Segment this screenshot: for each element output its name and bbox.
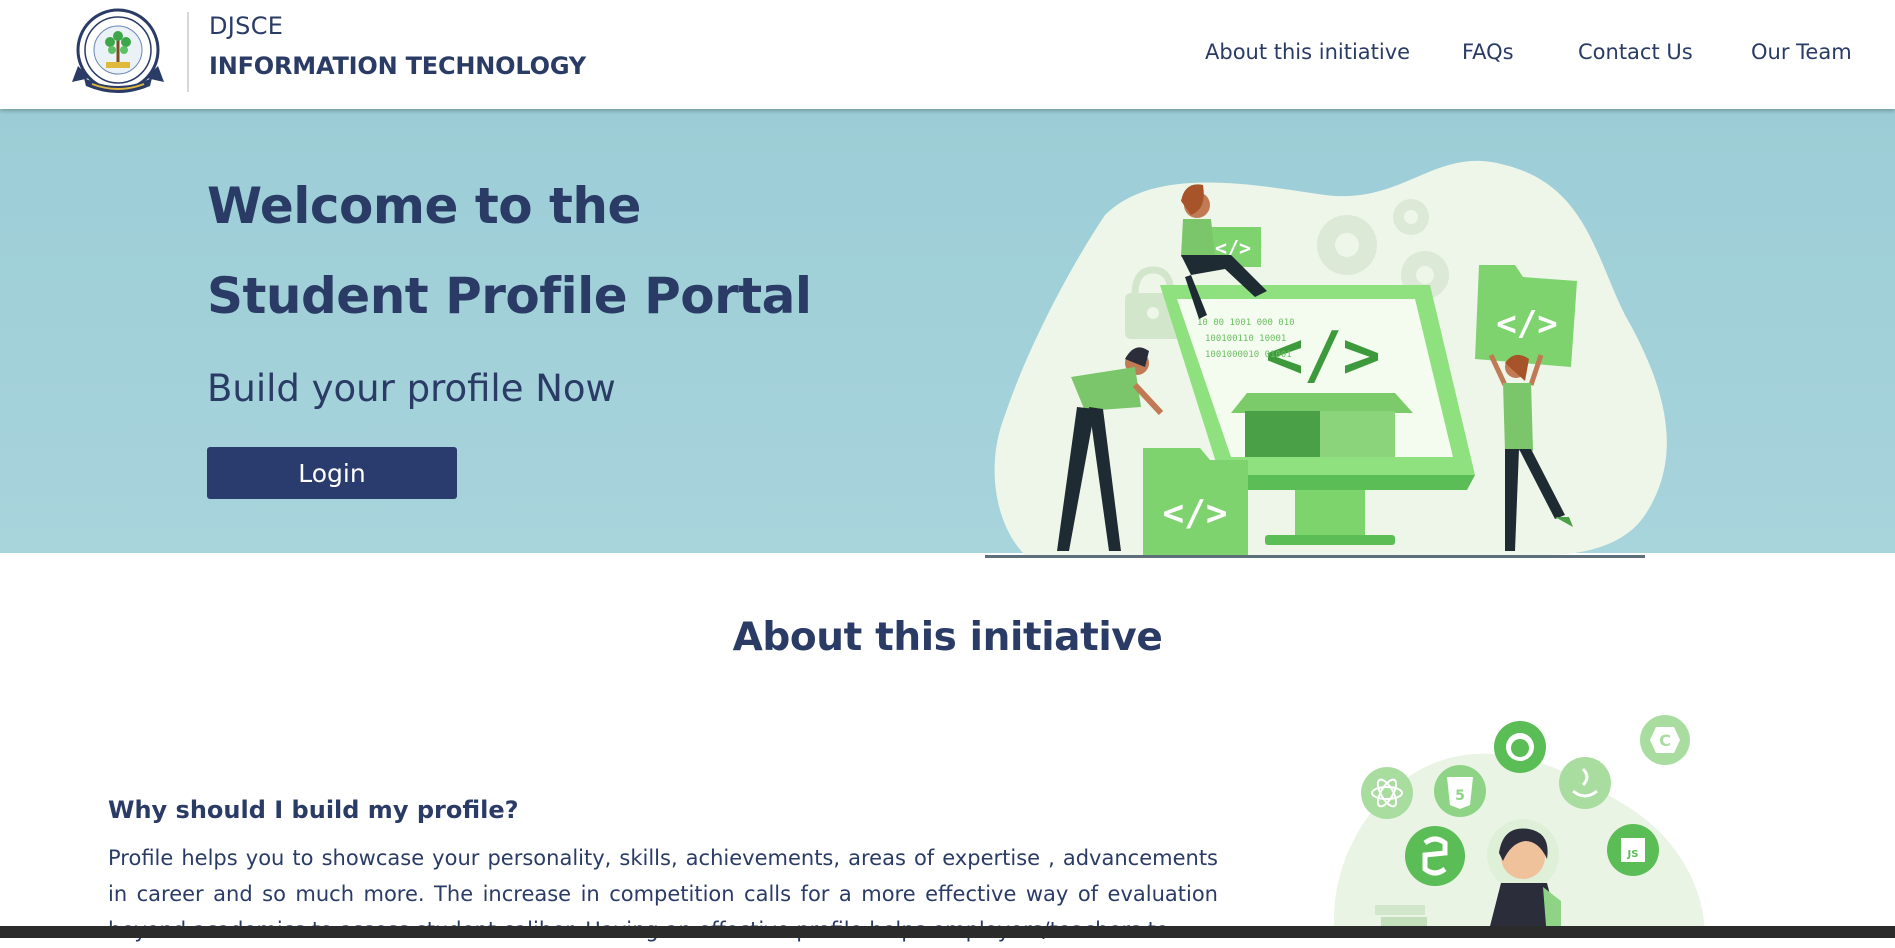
- html5-icon: 5: [1434, 765, 1486, 817]
- svg-text:10 00 1001 000 010: 10 00 1001 000 010: [1197, 318, 1295, 328]
- hero-title-line1: Welcome to the: [207, 177, 641, 235]
- java-icon: [1559, 757, 1611, 809]
- header-divider: [187, 12, 189, 92]
- svg-text:</>: </>: [1162, 493, 1227, 534]
- svg-text:100100110 10001: 100100110 10001: [1205, 334, 1286, 344]
- hero-section: Welcome to the Student Profile Portal Bu…: [0, 109, 1895, 558]
- login-button[interactable]: Login: [207, 447, 457, 499]
- javascript-icon: JS: [1607, 824, 1659, 876]
- college-logo[interactable]: [70, 4, 166, 100]
- c-language-icon: C: [1640, 715, 1690, 765]
- code-folder-icon: </>: [1143, 448, 1248, 555]
- svg-text:5: 5: [1455, 788, 1465, 804]
- brand-department: INFORMATION TECHNOLOGY: [209, 52, 586, 80]
- nav-about[interactable]: About this initiative: [1205, 40, 1410, 64]
- why-heading: Why should I build my profile?: [108, 796, 519, 824]
- svg-text:</>: </>: [1496, 304, 1557, 344]
- about-heading: About this initiative: [732, 615, 1163, 660]
- brand-name: DJSCE: [209, 12, 284, 40]
- hero-subtitle: Build your profile Now: [207, 367, 616, 410]
- svg-text:JS: JS: [1627, 849, 1639, 860]
- nav-contact[interactable]: Contact Us: [1578, 40, 1693, 64]
- svg-text:C: C: [1659, 731, 1671, 750]
- nav-faqs[interactable]: FAQs: [1462, 40, 1514, 64]
- tech-stack-illustration: 5 C JS: [1333, 715, 1705, 938]
- react-icon: [1361, 767, 1413, 819]
- hero-title-line2: Student Profile Portal: [207, 267, 812, 325]
- bottom-scroll-bar: [0, 926, 1895, 938]
- github-icon: [1494, 721, 1546, 773]
- svg-text:1001000010 01001: 1001000010 01001: [1205, 350, 1292, 360]
- nav-team[interactable]: Our Team: [1751, 40, 1852, 64]
- developers-illustration: </> 10 00 1001 000 010 100100110 10001 1…: [985, 160, 1667, 558]
- code-folder-icon: </>: [1475, 265, 1577, 367]
- site-header: DJSCE INFORMATION TECHNOLOGY About this …: [0, 0, 1895, 109]
- python-icon: [1405, 826, 1465, 886]
